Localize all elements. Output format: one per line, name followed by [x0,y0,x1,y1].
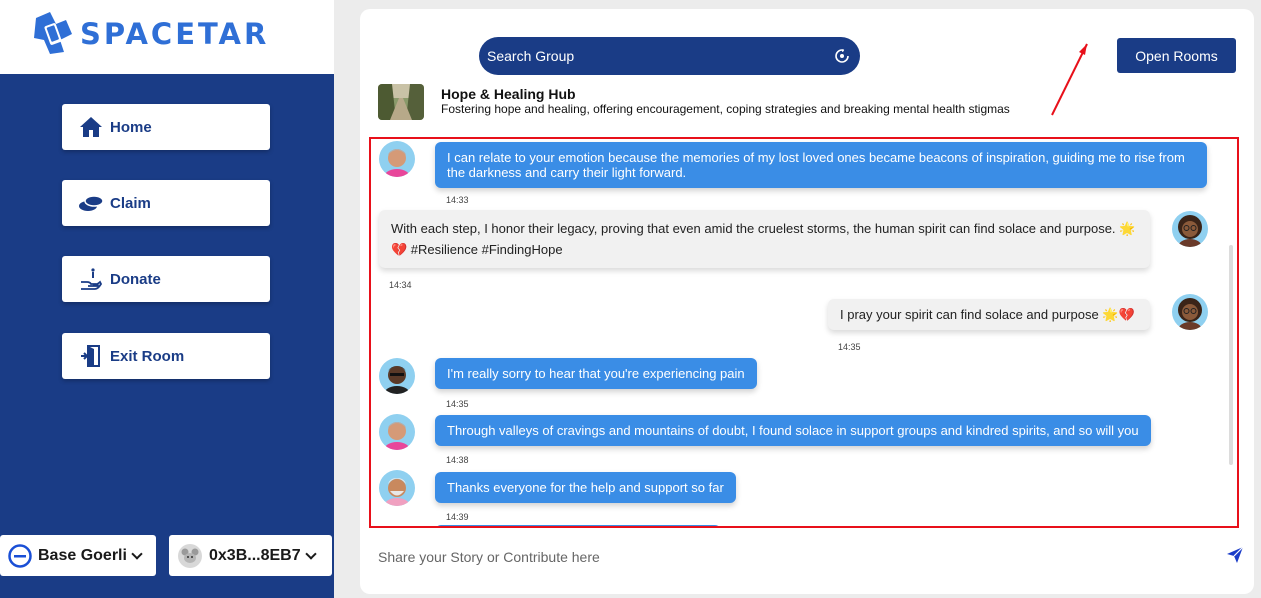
message-bubble: Thanks everyone for the help and support… [435,472,736,503]
brand-name: SPACETAR [80,17,270,51]
nav-claim-button[interactable]: Claim [62,180,270,226]
logo-area: SPACETAR [0,0,334,74]
nav-home-button[interactable]: Home [62,104,270,150]
home-icon [78,114,104,140]
message-bubble: I'm really sorry to hear that you're exp… [435,358,757,389]
message-time: 14:35 [838,342,861,352]
nav-donate-label: Donate [110,270,161,288]
message-list[interactable]: I can relate to your emotion because the… [369,137,1239,528]
open-rooms-button[interactable]: Open Rooms [1117,38,1236,73]
nav-donate-button[interactable]: Donate [62,256,270,302]
message-bubble: With each step, I honor their legacy, pr… [379,210,1150,268]
group-thumbnail [378,84,424,120]
message-bubble: I pray your spirit can find solace and p… [828,299,1150,330]
avatar [379,141,415,177]
message-time: 14:38 [446,455,469,465]
network-label: Base Goerli [38,546,127,564]
donate-hand-icon [78,266,104,292]
message-time: 14:34 [389,280,412,290]
sidebar: SPACETAR Home Claim Donate Exit Room Bas… [0,0,334,598]
message-time: 14:39 [446,512,469,522]
chevron-down-icon [304,547,317,560]
spacetar-logo-icon [34,12,72,54]
base-network-icon [8,543,32,568]
search-bar [479,37,860,75]
avatar [1172,294,1208,330]
network-selector[interactable]: Base Goerli [0,535,156,576]
compose-input[interactable] [378,549,1178,565]
wallet-avatar-icon [178,543,202,568]
message-scrollbar[interactable] [1229,245,1233,465]
message-time: 14:33 [446,195,469,205]
exit-door-icon [78,343,104,369]
search-icon[interactable] [834,48,850,64]
nav-exit-room-button[interactable]: Exit Room [62,333,270,379]
coins-icon [78,190,104,216]
nav-home-label: Home [110,118,152,136]
wallet-selector[interactable]: 0x3B...8EB7 [169,535,332,576]
avatar [379,358,415,394]
group-description: Fostering hope and healing, offering enc… [441,102,1010,116]
avatar [1172,211,1208,247]
chat-panel: Open Rooms Hope & Healing Hub Fostering … [360,9,1254,594]
chevron-down-icon [131,547,143,560]
message-time: 14:35 [446,399,469,409]
wallet-address: 0x3B...8EB7 [209,546,301,564]
send-icon[interactable] [1226,546,1244,564]
nav-exit-room-label: Exit Room [110,347,185,365]
group-title: Hope & Healing Hub [441,86,576,102]
nav-claim-label: Claim [110,194,151,212]
avatar [379,470,415,506]
message-bubble-partial [435,525,721,526]
red-arrow-annotation [1051,43,1088,116]
avatar [379,414,415,450]
message-bubble: I can relate to your emotion because the… [435,142,1207,188]
search-input[interactable] [487,48,817,64]
message-bubble: Through valleys of cravings and mountain… [435,415,1151,446]
